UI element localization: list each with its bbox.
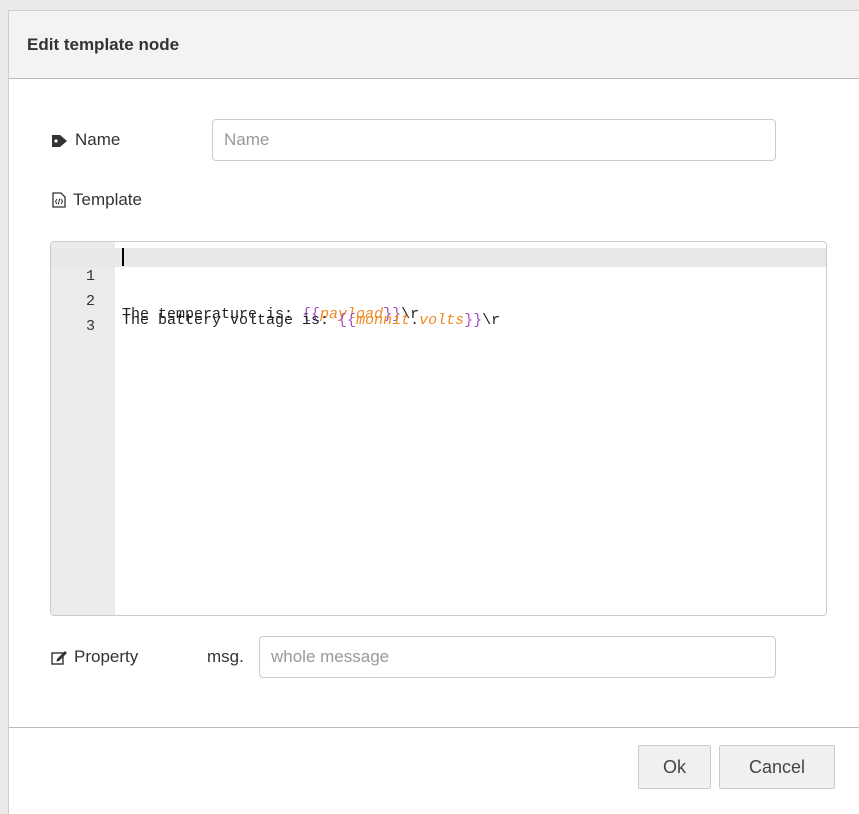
code-line-2[interactable]: 2 The battery voltage is: {{monnit.volts… xyxy=(51,273,826,329)
cancel-button[interactable]: Cancel xyxy=(719,745,835,789)
property-input[interactable]: whole message xyxy=(259,636,776,678)
name-input[interactable]: Name xyxy=(212,119,776,161)
code-line-1[interactable]: 1 The temperature is: {{payload}}\r xyxy=(51,248,826,323)
edit-icon xyxy=(51,650,68,665)
template-label-row: Template xyxy=(51,190,142,210)
name-label: Name xyxy=(75,130,121,149)
dialog-title: Edit template node xyxy=(27,35,180,54)
tag-icon xyxy=(51,133,69,147)
code-line-3[interactable]: 3 xyxy=(51,298,826,335)
template-file-icon xyxy=(51,192,67,208)
property-label-row: Property xyxy=(51,647,138,667)
template-label: Template xyxy=(73,190,142,209)
line-number: 3 xyxy=(85,318,95,335)
property-input-placeholder: whole message xyxy=(271,647,390,666)
property-label: Property xyxy=(74,647,139,666)
dialog-titlebar: Edit template node xyxy=(9,11,859,79)
name-label-row: Name xyxy=(51,130,120,150)
ok-button[interactable]: Ok xyxy=(638,745,711,789)
template-code-editor[interactable]: 1 The temperature is: {{payload}}\r 2 Th… xyxy=(50,241,827,616)
name-input-placeholder: Name xyxy=(224,130,270,149)
text-cursor xyxy=(122,248,124,266)
footer-divider xyxy=(9,727,859,728)
edit-template-dialog: Edit template node Name Name Template 1 … xyxy=(8,10,859,814)
msg-prefix: msg. xyxy=(207,647,244,666)
